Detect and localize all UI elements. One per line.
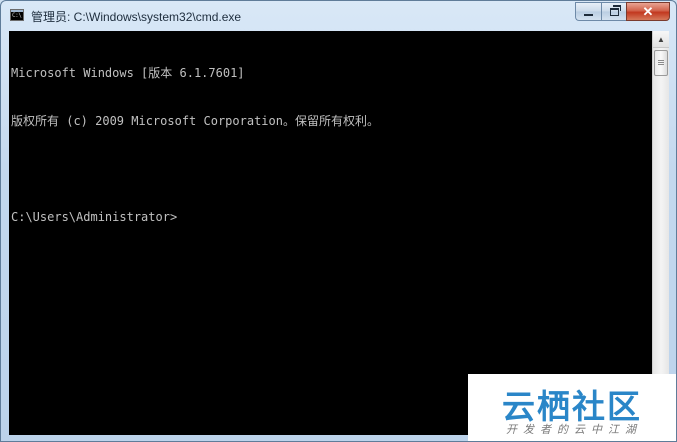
scroll-thumb[interactable] — [654, 50, 668, 76]
cmd-window: C:\ 管理员: C:\Windows\system32\cmd.exe ✕ M… — [0, 0, 677, 442]
cmd-icon-label: C:\ — [12, 12, 22, 19]
close-button[interactable]: ✕ — [626, 2, 670, 21]
watermark: 云栖社区 开发者的云中江湖 — [468, 374, 676, 441]
watermark-slogan: 开发者的云中江湖 — [506, 423, 642, 436]
title-bar[interactable]: C:\ 管理员: C:\Windows\system32\cmd.exe ✕ — [1, 1, 676, 31]
console-line-copyright: 版权所有 (c) 2009 Microsoft Corporation。保留所有… — [11, 114, 379, 128]
restore-button[interactable] — [601, 2, 626, 21]
thumb-grip-2 — [658, 62, 664, 63]
minimize-icon — [584, 14, 593, 16]
thumb-grip-3 — [658, 64, 664, 65]
cmd-app-icon[interactable]: C:\ — [10, 9, 24, 21]
console-line-version: Microsoft Windows [版本 6.1.7601] — [11, 66, 245, 80]
minimize-button[interactable] — [575, 2, 601, 21]
window-title: 管理员: C:\Windows\system32\cmd.exe — [31, 10, 242, 24]
close-icon: ✕ — [642, 4, 654, 19]
caption-buttons: ✕ — [575, 2, 670, 21]
thumb-grip-1 — [658, 60, 664, 61]
restore-icon — [610, 5, 621, 16]
console-output[interactable]: Microsoft Windows [版本 6.1.7601] 版权所有 (c)… — [11, 33, 651, 433]
scroll-up-icon[interactable]: ▲ — [653, 31, 669, 48]
console-prompt[interactable]: C:\Users\Administrator> — [11, 209, 651, 225]
